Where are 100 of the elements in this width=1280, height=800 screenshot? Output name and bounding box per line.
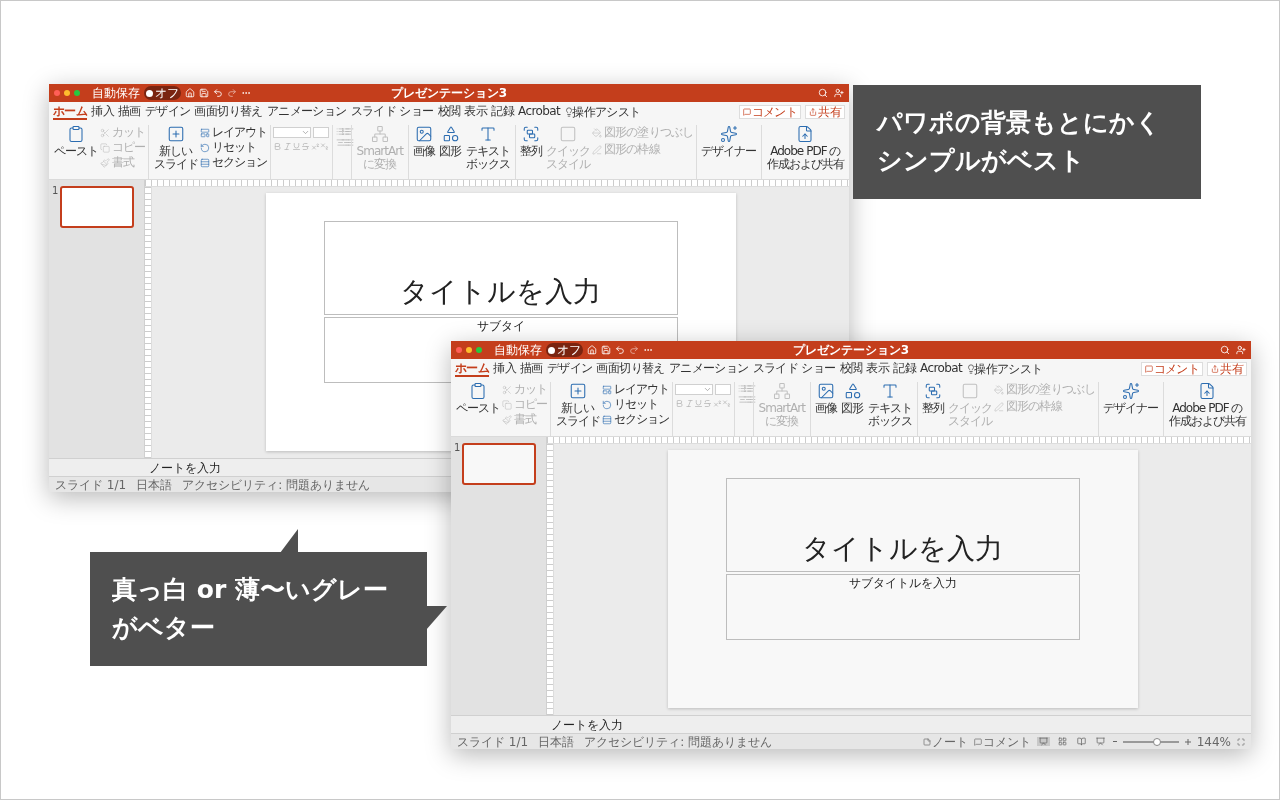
ribbon-tab[interactable]: 校閲: [839, 361, 863, 377]
comments-button[interactable]: コメント: [973, 735, 1031, 748]
insert-button[interactable]: テキスト ボックス: [865, 382, 914, 428]
ribbon-tab[interactable]: スライド ショー: [350, 104, 434, 120]
zoom-reading: 144%: [1196, 735, 1231, 748]
paint-bucket-icon: [592, 127, 603, 138]
insert-button[interactable]: 画像: [411, 125, 438, 158]
ribbon-tab[interactable]: デザイン: [144, 104, 191, 120]
ribbon-button[interactable]: セクション: [601, 412, 670, 427]
ribbon-button[interactable]: レイアウト: [601, 382, 670, 397]
ribbon-tab[interactable]: 表示: [866, 361, 890, 377]
designer-button[interactable]: デザイナー: [699, 125, 759, 158]
ribbon-tab[interactable]: 画面切り替え: [596, 361, 665, 377]
align-center-icon: [737, 395, 747, 404]
ribbon-tab[interactable]: 記録: [893, 361, 917, 377]
insert-button[interactable]: 画像: [813, 382, 840, 415]
font-select[interactable]: [273, 127, 312, 138]
autosave-toggle[interactable]: オフ: [546, 343, 583, 357]
window-title: プレゼンテーション3: [390, 87, 508, 99]
insert-button[interactable]: 図形: [437, 125, 464, 158]
file-upload-icon: [796, 125, 815, 143]
copy-icon: [502, 399, 513, 410]
fit-icon: [1237, 737, 1245, 746]
list-icon: [345, 138, 355, 147]
ribbon-tab[interactable]: 校閲: [437, 104, 461, 120]
share-button[interactable]: 共有: [1207, 362, 1247, 376]
ribbon-tab[interactable]: ホーム: [455, 361, 490, 377]
zoom-slider[interactable]: [1122, 740, 1179, 743]
italic-icon: [282, 142, 292, 151]
ribbon-tab[interactable]: Acrobat: [518, 104, 561, 120]
window-title: プレゼンテーション3: [792, 344, 910, 356]
slide-count: スライド 1/1: [457, 735, 529, 748]
ribbon-tab[interactable]: 記録: [491, 104, 515, 120]
autosave-toggle[interactable]: オフ: [144, 86, 181, 100]
font-size-select[interactable]: [313, 127, 330, 138]
designer-button[interactable]: デザイナー: [1101, 382, 1161, 415]
notes-placeholder[interactable]: ノートを入力: [149, 461, 221, 474]
arrange-button[interactable]: 整列: [920, 382, 947, 415]
reset-icon: [601, 399, 612, 410]
accessibility-status[interactable]: アクセシビリティ: 問題ありません: [584, 735, 772, 748]
ribbon-tab[interactable]: 挿入: [91, 104, 114, 120]
callout: パワポの背景もとにかく シンプルがベスト: [853, 85, 1201, 199]
ribbon-button[interactable]: リセット: [199, 140, 268, 155]
ribbon-button[interactable]: レイアウト: [199, 125, 268, 140]
scissors-icon: [502, 384, 513, 395]
ribbon-tab[interactable]: 表示: [464, 104, 488, 120]
ribbon-button[interactable]: セクション: [199, 155, 268, 170]
ribbon-tab[interactable]: スライド ショー: [752, 361, 836, 377]
paste-button[interactable]: ペースト: [52, 125, 101, 158]
view-button[interactable]: [1074, 737, 1088, 746]
view-button[interactable]: [1093, 737, 1107, 746]
adobe-pdf-button[interactable]: Adobe PDF の 作成および共有: [764, 125, 846, 171]
zoom-thumb[interactable]: [1153, 737, 1162, 746]
ribbon-tab[interactable]: 描画: [118, 104, 141, 120]
view-button[interactable]: [1055, 737, 1069, 746]
new-slide-button[interactable]: 新しい スライド: [553, 382, 602, 428]
assist-label[interactable]: 操作アシスト: [974, 360, 1043, 378]
insert-button[interactable]: テキスト ボックス: [463, 125, 512, 171]
paste-button[interactable]: ペースト: [454, 382, 503, 415]
slide-subtitle[interactable]: サブタイトルを入力: [848, 575, 957, 591]
ribbon-tab[interactable]: 描画: [520, 361, 543, 377]
ribbon-button[interactable]: リセット: [601, 397, 670, 412]
ribbon-tab[interactable]: ホーム: [53, 104, 88, 120]
comment-button[interactable]: コメント: [738, 105, 802, 119]
layout-icon: [199, 127, 210, 138]
reset-icon: [199, 142, 210, 153]
chevron-icon: [703, 385, 713, 394]
view-button[interactable]: [1036, 737, 1050, 746]
sparkles-icon: [719, 125, 738, 143]
comment-button[interactable]: コメント: [1140, 362, 1204, 376]
adobe-pdf-button[interactable]: Adobe PDF の 作成および共有: [1166, 382, 1248, 428]
slide-thumbnail[interactable]: [462, 443, 537, 485]
comment-icon: [742, 108, 751, 116]
ribbon-tab[interactable]: アニメーション: [668, 361, 749, 377]
font-select[interactable]: [675, 384, 714, 395]
zoom-in-icon[interactable]: [1184, 738, 1191, 745]
comment-icon: [973, 737, 982, 746]
slide-subtitle[interactable]: サブタイ: [476, 318, 525, 334]
arrange-button[interactable]: 整列: [518, 125, 545, 158]
assist-label[interactable]: 操作アシスト: [572, 103, 641, 121]
align-left-icon: [345, 127, 355, 136]
ribbon-tab[interactable]: 画面切り替え: [194, 104, 263, 120]
ribbon-tab[interactable]: Acrobat: [920, 361, 963, 377]
new-slide-button[interactable]: 新しい スライド: [151, 125, 200, 171]
ribbon-tab[interactable]: アニメーション: [266, 104, 347, 120]
chevron-icon: [301, 128, 311, 137]
share-button[interactable]: 共有: [805, 105, 845, 119]
notes-placeholder[interactable]: ノートを入力: [551, 718, 623, 731]
arrange-icon: [924, 382, 943, 400]
text-box-icon: [478, 125, 497, 143]
shapes-icon: [441, 125, 460, 143]
align-left-icon: [747, 384, 757, 393]
font-size-select[interactable]: [715, 384, 732, 395]
ribbon-tab[interactable]: 挿入: [493, 361, 516, 377]
insert-button[interactable]: 図形: [839, 382, 866, 415]
notes-button[interactable]: ノート: [922, 735, 968, 748]
slide-thumbnail[interactable]: [60, 186, 135, 228]
accessibility-status[interactable]: アクセシビリティ: 問題ありません: [182, 478, 370, 491]
ribbon-tab[interactable]: デザイン: [546, 361, 593, 377]
subscript-icon: [320, 142, 330, 151]
